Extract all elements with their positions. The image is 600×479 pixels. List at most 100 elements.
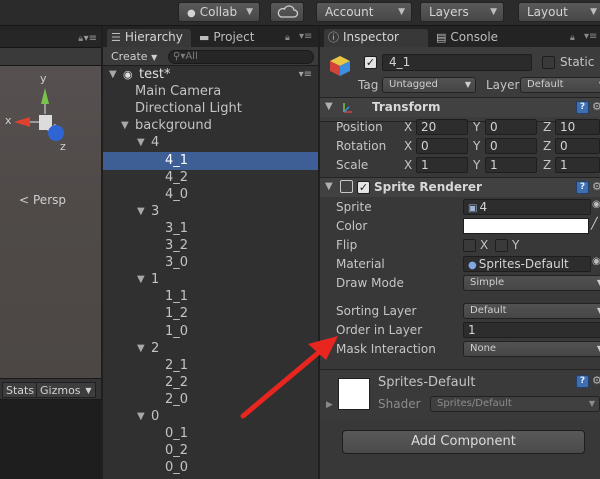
tab-hierarchy[interactable]: ☰ Hierarchy bbox=[107, 29, 191, 47]
hierarchy-item[interactable]: 3_0 bbox=[103, 254, 318, 272]
sprite-renderer-header[interactable]: ▼ ✓ Sprite Renderer ? ⚙ bbox=[320, 177, 600, 197]
flip-y-label: Y bbox=[512, 238, 520, 252]
hierarchy-item[interactable]: ▼ 0 bbox=[103, 408, 318, 426]
hierarchy-item[interactable]: 2_2 bbox=[103, 374, 318, 392]
hierarchy-item[interactable]: 2_1 bbox=[103, 357, 318, 375]
shader-dropdown[interactable]: Sprites/Default ▼ bbox=[430, 396, 600, 412]
tab-console[interactable]: ▤ Console bbox=[432, 29, 516, 47]
panel-menu-icon[interactable]: ▾≡ bbox=[584, 31, 597, 42]
order-in-layer-field[interactable]: 1 bbox=[463, 322, 600, 338]
hierarchy-item[interactable]: 4_2 bbox=[103, 169, 318, 187]
hierarchy-item[interactable]: Directional Light bbox=[103, 100, 318, 118]
account-button[interactable]: Account ▼ bbox=[316, 2, 412, 22]
scene-menu-icon[interactable]: ▾≡ bbox=[299, 66, 312, 84]
expand-arrow-icon[interactable]: ▼ bbox=[137, 271, 145, 289]
expand-arrow-icon[interactable]: ▼ bbox=[137, 134, 145, 152]
expand-arrow-icon[interactable]: ▼ bbox=[137, 340, 145, 358]
eyedropper-icon[interactable]: ╱ bbox=[591, 217, 598, 230]
color-field[interactable] bbox=[463, 218, 589, 234]
hierarchy-item[interactable]: 0_2 bbox=[103, 442, 318, 460]
hierarchy-item[interactable]: 1_1 bbox=[103, 288, 318, 306]
hierarchy-item[interactable]: 3_2 bbox=[103, 237, 318, 255]
tab-project[interactable]: ▬ Project bbox=[195, 29, 275, 47]
gear-icon[interactable]: ⚙ bbox=[592, 374, 600, 387]
lock-icon[interactable]: 🔒︎ bbox=[285, 33, 290, 43]
rotation-x-field[interactable]: 0 bbox=[416, 138, 468, 154]
sorting-layer-dropdown[interactable]: Default ▼ bbox=[463, 303, 600, 319]
hierarchy-item[interactable]: ▼ background bbox=[103, 117, 318, 135]
panel-menu-icon[interactable]: ▾≡ bbox=[84, 33, 97, 44]
expand-arrow-icon[interactable]: ▶ bbox=[326, 400, 333, 410]
create-button[interactable]: Create ▼ bbox=[111, 50, 157, 63]
gear-icon[interactable]: ⚙ bbox=[592, 100, 600, 113]
stats-button[interactable]: Stats bbox=[2, 382, 39, 398]
hierarchy-item[interactable]: 3_1 bbox=[103, 220, 318, 238]
object-picker-icon[interactable]: ◉ bbox=[592, 199, 600, 210]
tab-inspector[interactable]: ⓘ Inspector bbox=[324, 29, 428, 47]
hierarchy-item[interactable]: ▼ 4 bbox=[103, 134, 318, 152]
hierarchy-item[interactable]: 2_0 bbox=[103, 391, 318, 409]
expand-arrow-icon[interactable]: ▼ bbox=[109, 66, 117, 84]
hierarchy-item[interactable]: 1_2 bbox=[103, 305, 318, 323]
material-preview-block[interactable]: Sprites-Default ? ⚙ ▶ Shader Sprites/Def… bbox=[320, 369, 600, 419]
scene-viewport[interactable]: y x z < Persp bbox=[0, 66, 101, 384]
hierarchy-item[interactable]: 4_0 bbox=[103, 186, 318, 204]
lock-icon[interactable]: 🔒︎ bbox=[78, 34, 83, 44]
scale-z-field[interactable]: 1 bbox=[555, 157, 600, 173]
hierarchy-item[interactable]: ▼ 1 bbox=[103, 271, 318, 289]
help-icon[interactable]: ? bbox=[576, 181, 589, 194]
gear-icon[interactable]: ⚙ bbox=[592, 180, 600, 193]
expand-arrow-icon[interactable]: ▼ bbox=[121, 117, 129, 135]
expand-arrow-icon[interactable]: ▼ bbox=[137, 408, 145, 426]
rotation-y-field[interactable]: 0 bbox=[485, 138, 537, 154]
active-checkbox[interactable]: ✓ bbox=[364, 56, 377, 69]
lock-icon[interactable]: 🔒︎ bbox=[570, 33, 575, 43]
object-picker-icon[interactable]: ◉ bbox=[592, 256, 600, 267]
flip-y-checkbox[interactable] bbox=[495, 239, 508, 252]
sprite-field[interactable]: ▣ 4 bbox=[463, 199, 591, 215]
hierarchy-item[interactable]: 4_1 bbox=[103, 151, 318, 170]
hierarchy-item[interactable]: 0_1 bbox=[103, 425, 318, 443]
hierarchy-item-label: 1 bbox=[151, 272, 160, 288]
transform-header[interactable]: ▼ Transform ? ⚙ bbox=[320, 97, 600, 117]
search-placeholder: All bbox=[185, 51, 198, 62]
sprite-asset-icon: ▣ bbox=[468, 203, 478, 214]
expand-arrow-icon[interactable]: ▼ bbox=[137, 203, 145, 221]
info-icon: ⓘ bbox=[328, 31, 339, 44]
panel-menu-icon[interactable]: ▾≡ bbox=[299, 31, 312, 42]
hierarchy-item[interactable]: 1_0 bbox=[103, 323, 318, 341]
scale-x-field[interactable]: 1 bbox=[416, 157, 468, 173]
layer-dropdown[interactable]: Default▼ bbox=[520, 77, 600, 93]
hierarchy-item[interactable]: ▼ 2 bbox=[103, 340, 318, 358]
rotation-z-field[interactable]: 0 bbox=[555, 138, 600, 154]
cloud-button[interactable] bbox=[270, 2, 304, 22]
help-icon[interactable]: ? bbox=[576, 375, 589, 388]
scale-y-field[interactable]: 1 bbox=[485, 157, 537, 173]
scene-gizmo-icon[interactable] bbox=[0, 66, 101, 176]
object-name-field[interactable]: 4_1 bbox=[382, 54, 532, 71]
help-icon[interactable]: ? bbox=[576, 101, 589, 114]
draw-mode-dropdown[interactable]: Simple ▼ bbox=[463, 275, 600, 291]
gizmos-button[interactable]: Gizmos ▼ bbox=[36, 382, 96, 398]
hierarchy-item[interactable]: ▼ 3 bbox=[103, 203, 318, 221]
hierarchy-item[interactable]: 0_0 bbox=[103, 459, 318, 477]
static-checkbox[interactable] bbox=[542, 56, 555, 69]
layers-button[interactable]: Layers ▼ bbox=[420, 2, 504, 22]
add-component-button[interactable]: Add Component bbox=[342, 430, 585, 454]
sprite-renderer-enabled-checkbox[interactable]: ✓ bbox=[357, 181, 370, 194]
mask-interaction-dropdown[interactable]: None ▼ bbox=[463, 341, 600, 357]
hierarchy-item[interactable]: Main Camera bbox=[103, 83, 318, 101]
tag-dropdown[interactable]: Untagged ▼ bbox=[382, 77, 476, 93]
search-input[interactable]: ⚲▾All bbox=[168, 50, 314, 64]
position-z-field[interactable]: 10 bbox=[555, 119, 600, 135]
collab-button[interactable]: ● Collab ▼ bbox=[178, 2, 260, 22]
scene-root-row[interactable]: ▼ ◉ test* ▾≡ bbox=[103, 66, 318, 84]
position-x-field[interactable]: 20 bbox=[416, 119, 468, 135]
flip-x-checkbox[interactable] bbox=[463, 239, 476, 252]
layout-button[interactable]: Layout ▼ bbox=[518, 2, 600, 22]
material-field[interactable]: ● Sprites-Default bbox=[463, 256, 591, 272]
position-y-field[interactable]: 0 bbox=[485, 119, 537, 135]
persp-label[interactable]: Persp bbox=[33, 193, 66, 207]
expand-arrow-icon[interactable]: ▼ bbox=[325, 181, 333, 192]
expand-arrow-icon[interactable]: ▼ bbox=[325, 101, 333, 112]
